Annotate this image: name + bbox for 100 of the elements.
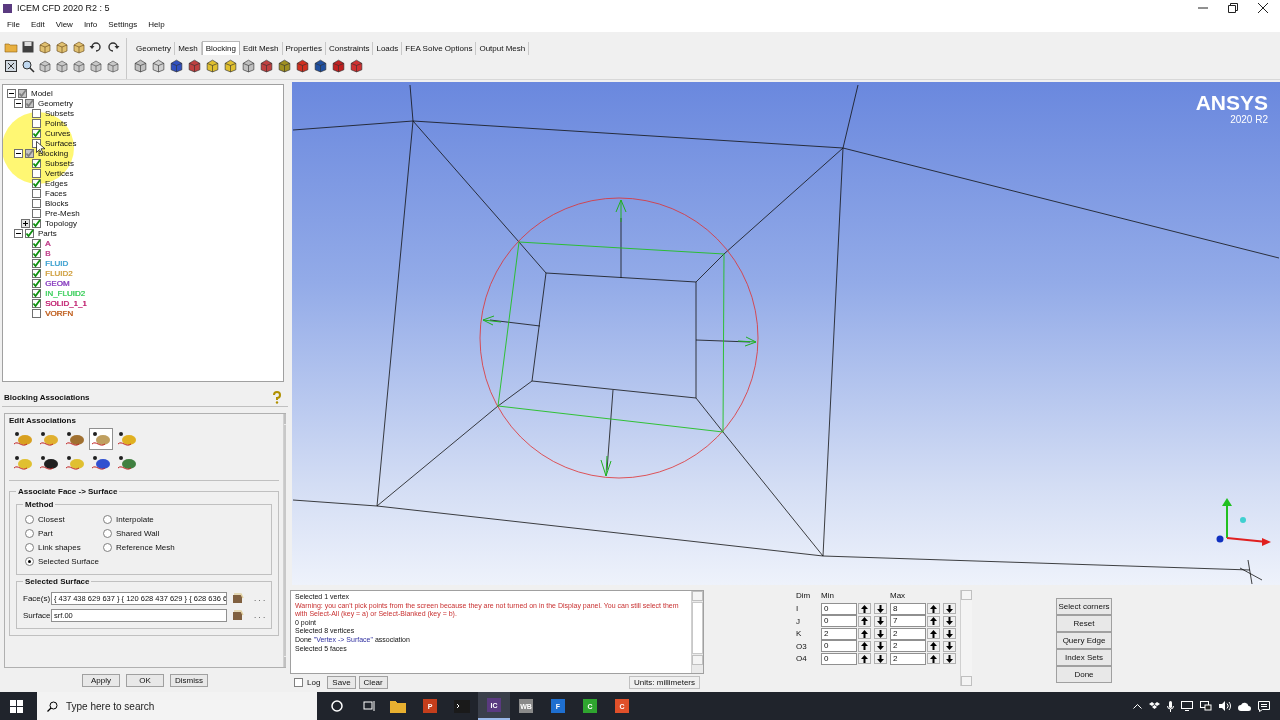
ribbon-tab[interactable]: Properties — [282, 42, 326, 55]
tree-item[interactable]: Blocking — [38, 148, 69, 158]
tree-item[interactable]: SOLID_1_1 — [45, 298, 87, 308]
search-field[interactable]: Type here to search — [37, 692, 317, 720]
cloud-icon[interactable] — [1238, 701, 1251, 711]
tree-item[interactable]: A — [45, 238, 51, 248]
ribbon-tab[interactable]: Output Mesh — [476, 42, 530, 55]
tree-item[interactable]: B — [45, 248, 51, 258]
action-button[interactable]: Query Edge — [1056, 632, 1112, 649]
cube-icon[interactable] — [331, 58, 346, 73]
checkbox[interactable] — [294, 678, 303, 687]
increment-button[interactable] — [858, 640, 871, 652]
tree-item[interactable]: Curves — [45, 128, 71, 138]
menu-item[interactable]: View — [55, 19, 73, 29]
decrement-button[interactable] — [874, 628, 887, 640]
zoom-icon[interactable] — [21, 58, 35, 73]
checkbox[interactable] — [32, 188, 41, 198]
checkbox[interactable] — [32, 268, 41, 278]
browse-button[interactable]: . . . — [248, 594, 266, 603]
display-icon[interactable] — [1181, 701, 1193, 711]
dialog-button[interactable]: Dismiss — [170, 674, 208, 687]
tree-item[interactable]: Topology — [45, 218, 78, 228]
input-field[interactable]: 0 — [821, 640, 857, 653]
restore-icon[interactable] — [1228, 3, 1238, 13]
redo-icon[interactable] — [106, 39, 120, 54]
input-field[interactable]: 8 — [890, 602, 926, 615]
menu-item[interactable]: Settings — [108, 19, 138, 29]
scrollbar[interactable] — [283, 414, 287, 667]
expander-icon[interactable] — [21, 218, 30, 228]
cube-icon[interactable] — [295, 58, 310, 73]
decrement-button[interactable] — [874, 653, 887, 665]
checkbox[interactable] — [25, 228, 34, 238]
ribbon-tab[interactable]: FEA Solve Options — [402, 42, 477, 55]
radio-button[interactable] — [103, 543, 112, 552]
dialog-button[interactable]: OK — [126, 674, 164, 687]
input-field[interactable]: 2 — [890, 640, 926, 653]
increment-button[interactable] — [927, 653, 940, 665]
input-field[interactable]: 2 — [890, 627, 926, 640]
radio-button[interactable] — [103, 515, 112, 524]
input-field[interactable]: 2 — [890, 652, 926, 665]
browse-button[interactable]: . . . — [248, 611, 266, 620]
save-icon[interactable] — [21, 39, 35, 54]
tree-item[interactable]: FLUID — [45, 258, 69, 268]
speaker-icon[interactable] — [1219, 701, 1231, 711]
increment-button[interactable] — [927, 628, 940, 640]
decrement-button[interactable] — [874, 615, 887, 627]
input-field[interactable]: 0 — [821, 615, 857, 628]
checkbox[interactable] — [32, 158, 41, 168]
decrement-button[interactable] — [943, 640, 956, 652]
log-button[interactable]: Save — [327, 676, 356, 689]
close-icon[interactable] — [1258, 3, 1268, 13]
cube-icon[interactable] — [169, 58, 184, 73]
decrement-button[interactable] — [943, 653, 956, 665]
decrement-button[interactable] — [874, 603, 887, 615]
menu-item[interactable]: Info — [83, 19, 98, 29]
ribbon-tab[interactable]: Constraints — [326, 42, 374, 55]
checkbox[interactable] — [32, 218, 41, 228]
input-field[interactable]: 0 — [821, 602, 857, 615]
tree-item[interactable]: Edges — [45, 178, 68, 188]
scrollbar[interactable] — [691, 591, 703, 673]
expander-icon[interactable] — [14, 228, 23, 238]
increment-button[interactable] — [927, 615, 940, 627]
checkbox[interactable] — [18, 88, 27, 98]
radio-button[interactable] — [103, 529, 112, 538]
log-button[interactable]: Clear — [358, 676, 388, 689]
tree-item[interactable]: VORFN — [45, 308, 73, 318]
checkbox[interactable] — [32, 288, 41, 298]
input-field[interactable]: 0 — [821, 652, 857, 665]
cortana-icon[interactable] — [331, 700, 343, 712]
ribbon-tab[interactable]: Geometry — [133, 42, 176, 55]
increment-button[interactable] — [858, 603, 871, 615]
checkbox[interactable] — [32, 308, 41, 318]
cube-icon[interactable] — [205, 58, 220, 73]
checkbox[interactable] — [32, 108, 41, 118]
action-button[interactable]: Reset — [1056, 615, 1112, 632]
checkbox[interactable] — [32, 198, 41, 208]
decrement-button[interactable] — [943, 603, 956, 615]
radio-button[interactable] — [25, 557, 34, 566]
decrement-button[interactable] — [943, 615, 956, 627]
tree-item[interactable]: Parts — [38, 228, 57, 238]
radio-button[interactable] — [25, 529, 34, 538]
tree-item[interactable]: Model — [31, 88, 53, 98]
tree-item[interactable]: Subsets — [45, 108, 74, 118]
increment-button[interactable] — [927, 603, 940, 615]
tree-item[interactable]: Blocks — [45, 198, 69, 208]
notification-icon[interactable] — [1258, 700, 1270, 712]
select-icon[interactable] — [231, 592, 244, 605]
action-button[interactable]: Index Sets — [1056, 649, 1112, 666]
cube-icon[interactable] — [277, 58, 292, 73]
ribbon-tab[interactable]: Edit Mesh — [239, 42, 283, 55]
expander-icon[interactable] — [14, 148, 23, 158]
checkbox[interactable] — [32, 128, 41, 138]
box-icon[interactable] — [1149, 701, 1160, 711]
cube-icon[interactable] — [187, 58, 202, 73]
cube-icon[interactable] — [259, 58, 274, 73]
checkbox[interactable] — [32, 278, 41, 288]
checkbox[interactable] — [25, 148, 34, 158]
cube-icon[interactable] — [313, 58, 328, 73]
tree-item[interactable]: Geometry — [38, 98, 74, 108]
cube-icon[interactable] — [241, 58, 256, 73]
